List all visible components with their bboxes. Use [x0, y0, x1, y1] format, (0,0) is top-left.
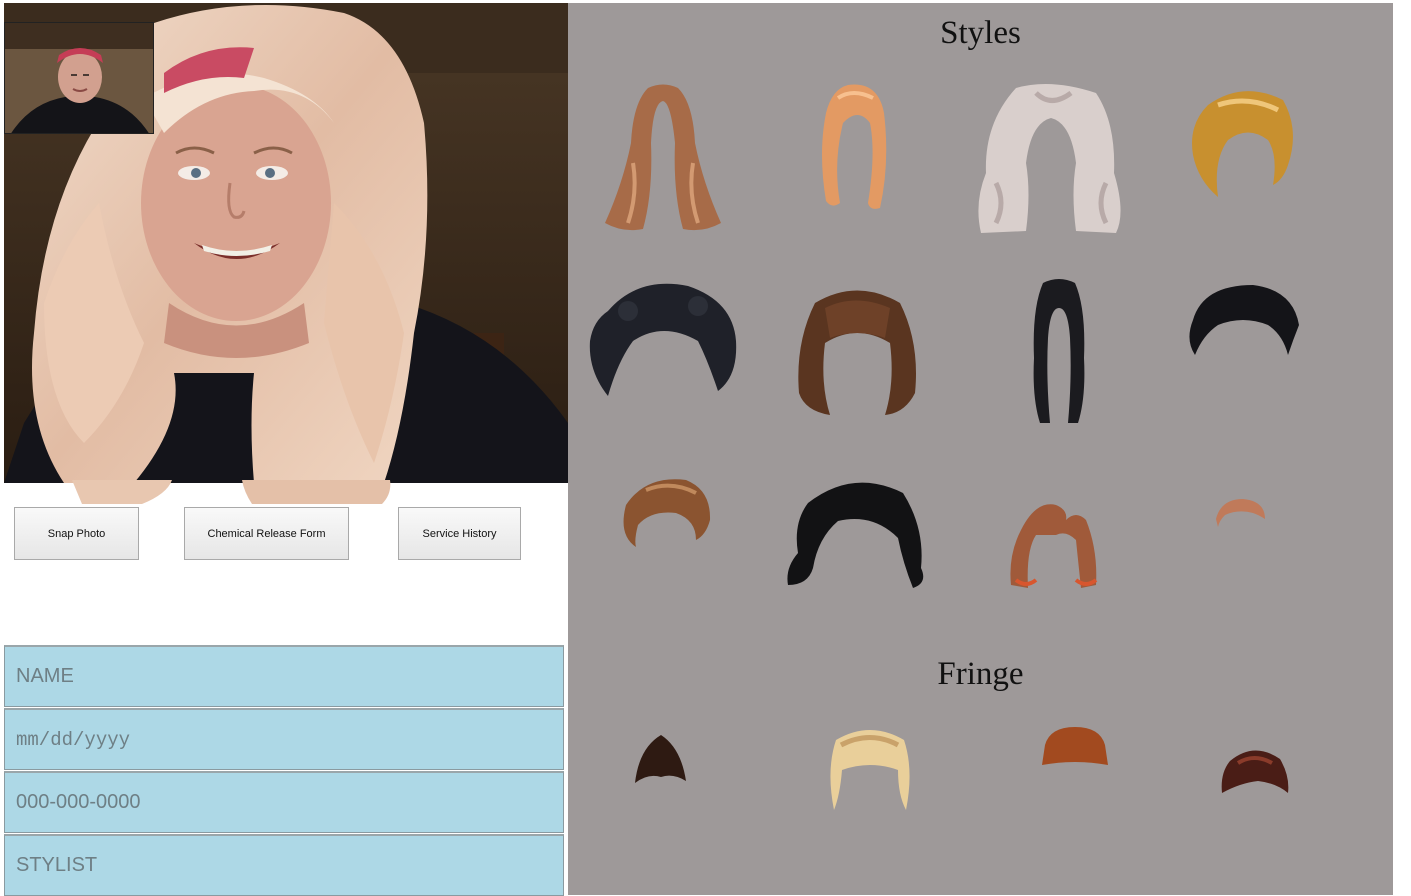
service-history-button[interactable]: Service History [398, 507, 521, 560]
fringe-heading: Fringe [937, 656, 1024, 692]
phone-field[interactable] [4, 771, 564, 833]
fringe-copper-straight[interactable] [1040, 725, 1110, 767]
style-auburn-short-messy[interactable] [616, 475, 714, 550]
style-red-half-updo[interactable] [1006, 500, 1101, 590]
chemical-release-form-button[interactable]: Chemical Release Form [184, 507, 349, 560]
stylist-field[interactable] [4, 834, 564, 896]
style-black-crop[interactable] [1183, 280, 1301, 360]
style-brown-bob-bangs[interactable] [795, 283, 920, 418]
hairstyle-gallery: Styles Fringe [568, 3, 1393, 895]
fringe-blonde-blunt[interactable] [826, 725, 914, 813]
wig-overflow [72, 480, 402, 504]
fringe-dark-brown-point[interactable] [633, 733, 688, 785]
style-black-long-straight[interactable] [1028, 278, 1090, 426]
style-long-copper-waves[interactable] [603, 83, 723, 233]
style-black-afro[interactable] [588, 281, 738, 399]
style-copper-short-crop[interactable] [1213, 497, 1268, 529]
name-field[interactable] [4, 645, 564, 707]
style-golden-pixie[interactable] [1188, 85, 1298, 200]
fringe-mahogany-layered[interactable] [1218, 741, 1290, 796]
style-strawberry-bob[interactable] [818, 83, 893, 213]
style-platinum-curls[interactable] [976, 83, 1126, 235]
styles-heading: Styles [940, 15, 1021, 51]
style-black-curled-bob[interactable] [783, 473, 928, 591]
snap-photo-button[interactable]: Snap Photo [14, 507, 139, 560]
camera-thumbnail[interactable] [4, 22, 154, 134]
date-field[interactable] [4, 708, 564, 770]
